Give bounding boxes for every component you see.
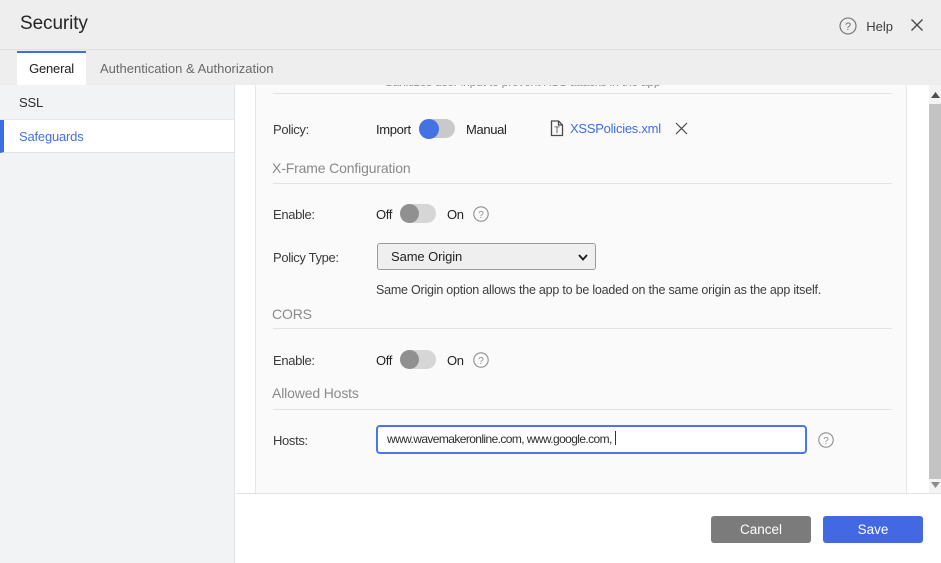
svg-text:?: ? xyxy=(478,210,484,221)
svg-text:T: T xyxy=(554,125,560,135)
svg-text:?: ? xyxy=(823,436,829,447)
svg-text:?: ? xyxy=(478,356,484,367)
svg-text:?: ? xyxy=(845,21,851,33)
